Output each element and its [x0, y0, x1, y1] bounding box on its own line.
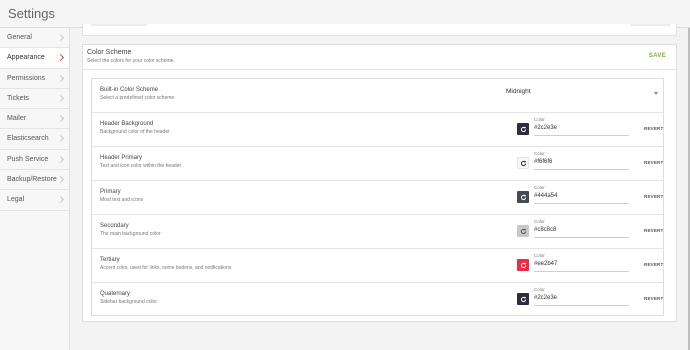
sidebar-item-tickets[interactable]: Tickets — [0, 89, 69, 110]
sidebar-item-backup-restore[interactable]: Backup/Restore — [0, 170, 69, 191]
color-input[interactable]: #ee2b47 — [534, 260, 629, 272]
scheme-select-value: Midnight — [506, 88, 531, 95]
card-header: Color Scheme Select the colors for your … — [83, 45, 676, 70]
builtin-scheme-row: Built-in Color Scheme Select a predefine… — [92, 79, 663, 113]
sidebar-item-label: Appearance — [7, 54, 45, 62]
sidebar-item-label: Push Service — [7, 155, 49, 163]
color-field-label: Color — [534, 287, 545, 292]
sidebar-item-permissions[interactable]: Permissions — [0, 69, 69, 89]
row-description: The main background color — [100, 231, 161, 237]
previous-settings-card — [82, 24, 677, 36]
chevron-right-icon — [56, 135, 65, 143]
row-description: Sidebar background color — [100, 299, 157, 305]
sidebar-item-elasticsearch[interactable]: Elasticsearch — [0, 129, 69, 150]
row-title: Header Primary — [100, 155, 143, 161]
settings-sidebar: General Appearance Permissions Tickets M… — [0, 28, 70, 350]
color-input-value: #f6f6f6 — [534, 159, 553, 165]
refresh-icon — [520, 194, 526, 200]
color-input[interactable]: #c8c8c8 — [534, 226, 629, 238]
sidebar-item-label: Mailer — [7, 115, 27, 123]
chevron-right-icon — [56, 155, 65, 163]
revert-button[interactable]: REVERT — [644, 126, 663, 131]
color-swatch[interactable] — [517, 293, 529, 305]
row-title: Quaternary — [100, 291, 131, 297]
clipped-field — [631, 24, 671, 26]
sidebar-item-label: Tickets — [7, 94, 29, 102]
revert-button[interactable]: REVERT — [644, 194, 663, 199]
sidebar-item-label: Legal — [7, 196, 25, 204]
color-row-tertiary: Tertiary Accent color, used for links, s… — [92, 249, 663, 283]
refresh-icon — [520, 228, 526, 234]
chevron-right-icon — [56, 94, 65, 102]
chevron-right-icon — [56, 176, 65, 184]
save-button[interactable]: SAVE — [649, 53, 666, 59]
caret-down-icon — [654, 92, 658, 95]
row-description: Text and icon color within the header — [100, 163, 182, 169]
color-input-value: #2c2e3e — [534, 295, 558, 301]
row-description: Background color of the header — [100, 129, 170, 135]
sidebar-item-push-service[interactable]: Push Service — [0, 150, 69, 171]
sidebar-item-appearance[interactable]: Appearance — [0, 48, 69, 69]
color-scheme-card: Color Scheme Select the colors for your … — [82, 44, 677, 322]
color-field-label: Color — [534, 151, 545, 156]
color-input-value: #2c2e3e — [534, 125, 558, 131]
color-settings-list: Built-in Color Scheme Select a predefine… — [91, 78, 664, 316]
color-input-value: #c8c8c8 — [534, 227, 557, 233]
color-row-secondary: Secondary The main background color Colo… — [92, 215, 663, 249]
row-title: Primary — [100, 189, 121, 195]
scheme-select[interactable]: Midnight — [504, 84, 664, 104]
main-content: Color Scheme Select the colors for your … — [70, 24, 690, 350]
row-title: Built-in Color Scheme — [100, 87, 159, 93]
color-field-label: Color — [534, 253, 545, 258]
color-field-label: Color — [534, 117, 545, 122]
color-swatch[interactable] — [517, 191, 529, 203]
row-description: Most text and icons — [100, 197, 144, 203]
color-swatch[interactable] — [517, 225, 529, 237]
color-swatch[interactable] — [517, 123, 529, 135]
refresh-icon — [520, 126, 526, 132]
color-input[interactable]: #2c2e3e — [534, 294, 629, 306]
sidebar-item-label: General — [7, 34, 32, 41]
revert-button[interactable]: REVERT — [644, 160, 663, 165]
refresh-icon — [520, 296, 526, 302]
sidebar-item-label: Permissions — [7, 74, 46, 82]
revert-button[interactable]: REVERT — [644, 296, 663, 301]
row-description: Select a predefined color scheme — [100, 95, 175, 101]
chevron-right-icon — [56, 196, 65, 204]
row-description: Accent color, used for links, some butto… — [100, 265, 232, 271]
color-swatch[interactable] — [517, 259, 529, 271]
color-row-quaternary: Quaternary Sidebar background color Colo… — [92, 283, 663, 317]
clipped-description — [91, 24, 147, 26]
color-input[interactable]: #444a54 — [534, 192, 629, 204]
chevron-right-icon — [56, 115, 65, 123]
sidebar-item-label: Elasticsearch — [7, 135, 49, 143]
revert-button[interactable]: REVERT — [644, 262, 663, 267]
color-input-value: #444a54 — [534, 193, 558, 199]
chevron-right-icon — [56, 33, 65, 42]
color-input-value: #ee2b47 — [534, 261, 558, 267]
card-subtitle: Select the colors for your color scheme. — [87, 58, 175, 64]
color-row-primary: Primary Most text and icons Color #444a5… — [92, 181, 663, 215]
page-title: Settings — [8, 6, 55, 21]
revert-button[interactable]: REVERT — [644, 228, 663, 233]
row-title: Secondary — [100, 223, 129, 229]
sidebar-item-mailer[interactable]: Mailer — [0, 109, 69, 130]
chevron-right-icon — [56, 54, 65, 62]
color-row-header-background: Header Background Background color of th… — [92, 113, 663, 147]
refresh-icon — [520, 160, 526, 166]
refresh-icon — [520, 262, 526, 268]
card-title: Color Scheme — [87, 49, 132, 56]
color-input[interactable]: #f6f6f6 — [534, 158, 629, 170]
chevron-right-icon — [56, 74, 65, 82]
sidebar-item-legal[interactable]: Legal — [0, 190, 69, 211]
color-field-label: Color — [534, 185, 545, 190]
row-title: Header Background — [100, 121, 154, 127]
color-input[interactable]: #2c2e3e — [534, 124, 629, 136]
color-row-header-primary: Header Primary Text and icon color withi… — [92, 147, 663, 181]
color-swatch[interactable] — [517, 157, 529, 169]
color-field-label: Color — [534, 219, 545, 224]
sidebar-item-label: Backup/Restore — [7, 176, 57, 184]
sidebar-item-general[interactable]: General — [0, 28, 69, 49]
row-title: Tertiary — [100, 257, 120, 263]
